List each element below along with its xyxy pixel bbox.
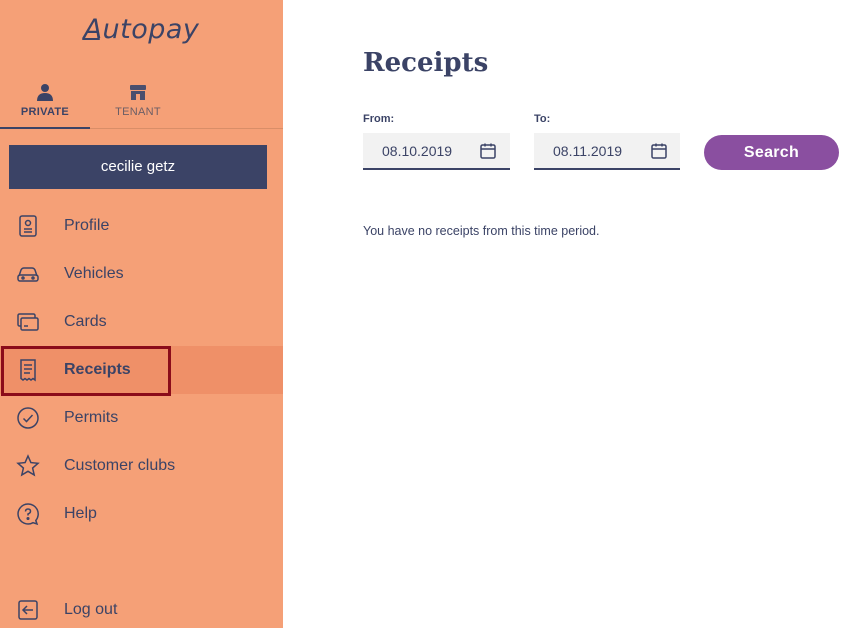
nav-item-cards[interactable]: Cards — [0, 298, 283, 346]
nav-item-label: Vehicles — [64, 265, 124, 282]
user-name-box[interactable]: cecilie getz — [9, 145, 267, 189]
main-content: Receipts From: 08.10.2019 To: 08.11.2019… — [283, 0, 850, 628]
calendar-icon[interactable] — [479, 142, 497, 160]
receipt-icon — [20, 359, 36, 382]
nav-item-help[interactable]: Help — [0, 490, 283, 538]
store-icon — [130, 85, 146, 100]
nav-item-label: Cards — [64, 313, 107, 330]
nav-item-label: Receipts — [64, 361, 131, 378]
logo-swoosh — [82, 38, 100, 40]
autopay-logo[interactable]: Autopay — [0, 14, 283, 45]
to-date-value: 08.11.2019 — [553, 143, 623, 159]
empty-results-message: You have no receipts from this time peri… — [363, 224, 600, 238]
account-type-tabs: PRIVATE TENANT — [0, 80, 283, 129]
id-card-icon — [19, 215, 37, 237]
tab-tenant-label: TENANT — [115, 106, 161, 118]
search-button[interactable]: Search — [704, 135, 839, 170]
check-circle-icon — [17, 407, 39, 429]
nav-item-label: Permits — [64, 409, 119, 426]
tab-private-label: PRIVATE — [20, 106, 70, 118]
nav-item-logout[interactable]: Log out — [0, 586, 283, 628]
help-bubble-icon — [17, 503, 39, 526]
nav-item-vehicles[interactable]: Vehicles — [0, 250, 283, 298]
payment-cards-icon — [17, 313, 39, 331]
from-date-label: From: — [363, 113, 395, 125]
tab-private[interactable]: PRIVATE — [0, 80, 90, 129]
star-icon — [16, 454, 40, 477]
car-icon — [17, 267, 39, 282]
person-icon — [37, 84, 53, 101]
nav-item-customer-clubs[interactable]: Customer clubs — [0, 442, 283, 490]
calendar-icon[interactable] — [650, 142, 668, 160]
nav-item-label: Customer clubs — [64, 457, 176, 474]
nav-item-label: Profile — [64, 217, 110, 234]
nav-item-profile[interactable]: Profile — [0, 202, 283, 250]
to-date-field[interactable]: 08.11.2019 — [534, 133, 680, 170]
logout-icon — [18, 600, 38, 620]
nav-item-receipts[interactable]: Receipts — [0, 346, 283, 394]
from-date-field[interactable]: 08.10.2019 — [363, 133, 510, 170]
nav-item-label: Help — [64, 505, 97, 522]
page-title: Receipts — [363, 48, 489, 78]
to-date-label: To: — [534, 113, 551, 125]
tab-tenant[interactable]: TENANT — [93, 80, 183, 129]
from-date-value: 08.10.2019 — [382, 143, 453, 159]
nav-item-permits[interactable]: Permits — [0, 394, 283, 442]
nav-item-label: Log out — [64, 601, 118, 618]
sidebar: Autopay PRIVATE TENANT cecilie getz Prof… — [0, 0, 283, 628]
